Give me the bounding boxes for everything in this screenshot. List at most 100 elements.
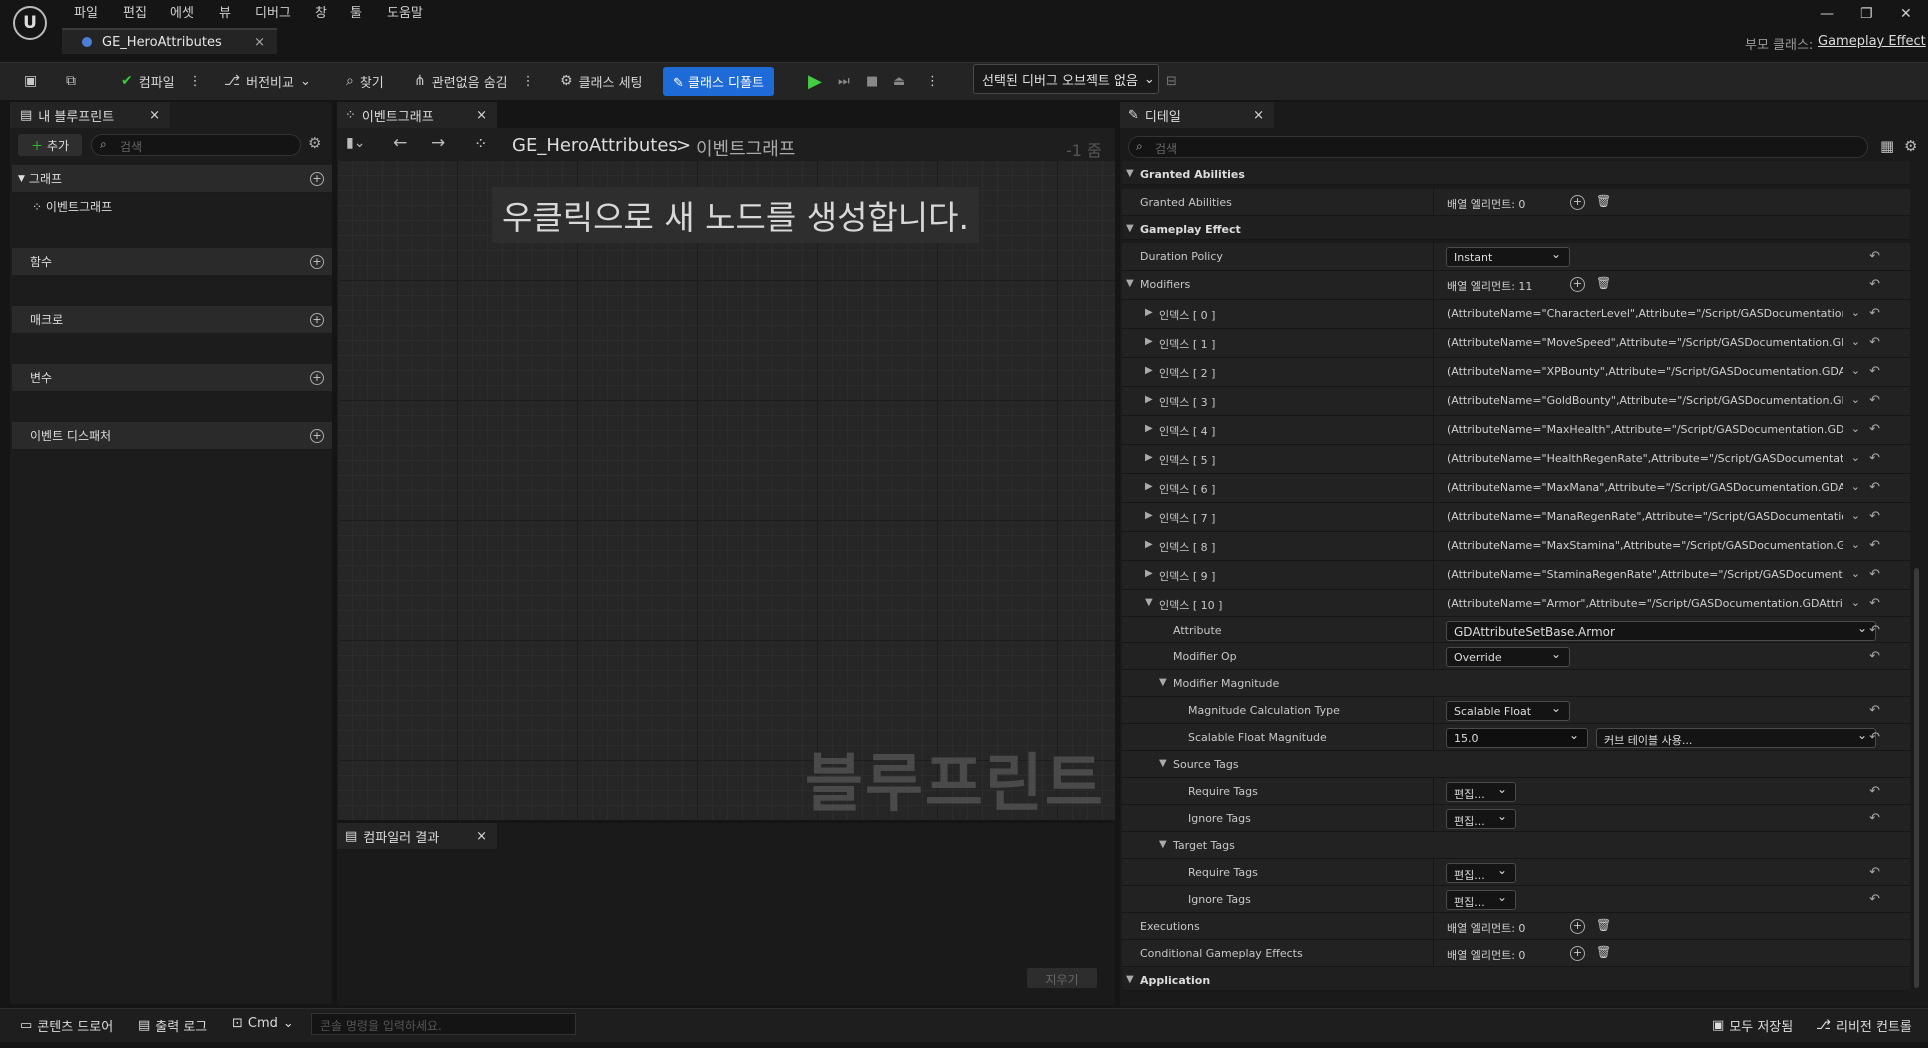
reset-icon[interactable]: ↶ [1869,335,1880,350]
expand-arrow-icon[interactable]: ▼ [1159,839,1167,850]
chevron-down-icon[interactable]: ⌄ [1851,596,1860,609]
settings-icon[interactable]: ⚙ [1904,137,1917,155]
array-element-value[interactable]: (AttributeName="StaminaRegenRate",Attrib… [1447,568,1843,581]
section-macros[interactable]: 매크로 + [12,306,332,334]
output-log-button[interactable]: ▤ 출력 로그 [138,1016,207,1035]
add-graph-icon[interactable]: + [310,171,324,186]
menu-item[interactable]: 도움말 [387,2,423,21]
reset-icon[interactable]: ↶ [1869,480,1880,495]
reset-icon[interactable]: ↶ [1869,422,1880,437]
menu-item[interactable]: 파일 [74,2,98,21]
chevron-down-icon[interactable]: ⌄ [1851,422,1860,435]
array-element-value[interactable]: (AttributeName="GoldBounty",Attribute="/… [1447,394,1843,407]
reset-icon[interactable]: ↶ [1869,865,1880,880]
close-icon[interactable]: × [254,35,265,50]
property-row[interactable]: ▼ Source Tags [1122,751,1910,778]
console-input[interactable]: 콘솔 명령을 입력하세요. [311,1013,576,1035]
chevron-down-icon[interactable]: ⌄ [1851,480,1860,493]
chevron-down-icon[interactable]: ⌄ [1851,393,1860,406]
save-icon[interactable]: ▣ [24,62,37,100]
trash-icon[interactable]: 🗑 [1596,194,1611,208]
close-icon[interactable]: × [476,108,487,123]
reset-icon[interactable]: ↶ [1869,784,1880,799]
menu-item[interactable]: 툴 [350,2,362,21]
array-element-value[interactable]: (AttributeName="XPBounty",Attribute="/Sc… [1447,365,1843,378]
expand-arrow-icon[interactable]: ▼ [1145,597,1153,608]
array-element-value[interactable]: (AttributeName="CharacterLevel",Attribut… [1447,307,1843,320]
chevron-down-icon[interactable]: ⌄ [1851,335,1860,348]
reset-icon[interactable]: ↶ [1869,703,1880,718]
browse-icon[interactable]: ⧉ [66,62,76,100]
expand-arrow-icon[interactable]: ▶ [1145,423,1153,434]
reset-icon[interactable]: ↶ [1869,364,1880,379]
close-icon[interactable]: × [1253,108,1264,123]
expand-arrow-icon[interactable]: ▶ [1145,394,1153,405]
reset-icon[interactable]: ↶ [1869,649,1880,664]
menu-item[interactable]: 에셋 [170,2,194,21]
bookmark-icon[interactable]: ▮⌄ [346,135,365,151]
add-macro-icon[interactable]: + [310,312,324,327]
expand-arrow-icon[interactable]: ▶ [1145,365,1153,376]
breadcrumb-root[interactable]: GE_HeroAttributes [512,135,678,156]
array-element-value[interactable]: (AttributeName="HealthRegenRate",Attribu… [1447,452,1843,465]
property-combo[interactable]: Override [1446,647,1570,667]
trash-icon[interactable]: 🗑 [1596,945,1611,959]
compile-button[interactable]: ✔ 컴파일 ⋮ [121,62,202,100]
reset-icon[interactable]: ↶ [1869,249,1880,264]
class-settings-button[interactable]: ⚙ 클래스 세팅 [560,62,643,100]
array-element-value[interactable]: (AttributeName="MoveSpeed",Attribute="/S… [1447,336,1843,349]
trash-icon[interactable]: 🗑 [1596,918,1611,932]
cmd-select[interactable]: ⊡ Cmd ⌄ [232,1016,294,1031]
category-header[interactable]: ▼ Application [1122,967,1910,991]
chevron-down-icon[interactable]: ⌄ [1851,364,1860,377]
reset-icon[interactable]: ↶ [1869,393,1880,408]
expand-arrow-icon[interactable]: ▶ [1145,452,1153,463]
clear-button[interactable]: 지우기 [1027,968,1097,988]
array-index-row[interactable]: ▶ 인덱스 [ 7 ] (AttributeName="ManaRegenRate"… [1122,503,1910,532]
eject-icon[interactable]: ⏏ [893,62,905,100]
expand-arrow-icon[interactable]: ▶ [1145,336,1153,347]
save-all-button[interactable]: ▣ 모두 저장됨 [1712,1016,1793,1035]
array-element-value[interactable]: (AttributeName="MaxHealth",Attribute="/S… [1447,423,1843,436]
reset-icon[interactable]: ↶ [1869,451,1880,466]
magnitude-input[interactable]: 15.0 [1446,728,1588,748]
left-search-input[interactable]: ⌕ 검색 [91,134,301,156]
content-drawer-button[interactable]: ▭ 콘텐츠 드로어 [20,1016,113,1035]
array-element-value[interactable]: (AttributeName="ManaRegenRate",Attribute… [1447,510,1843,523]
table-view-icon[interactable]: ▦ [1880,137,1894,155]
play-options-icon[interactable]: ⋮ [926,62,939,100]
array-element-value[interactable]: (AttributeName="Armor",Attribute="/Scrip… [1447,597,1843,610]
array-index-row[interactable]: ▶ 인덱스 [ 5 ] (AttributeName="HealthRegenRat… [1122,445,1910,474]
add-button[interactable]: ＋ 추가 [18,134,82,156]
reset-icon[interactable]: ↶ [1869,567,1880,582]
expand-arrow-icon[interactable]: ▼ [1126,278,1134,289]
expand-arrow-icon[interactable]: ▶ [1145,307,1153,318]
curve-table-combo[interactable]: 커브 테이블 사용... [1596,728,1876,748]
forward-icon[interactable]: → [431,133,445,153]
step-icon[interactable]: ⏭ [838,62,850,100]
array-index-row[interactable]: ▶ 인덱스 [ 1 ] (AttributeName="MoveSpeed",Att… [1122,329,1910,358]
array-index-row[interactable]: ▶ 인덱스 [ 3 ] (AttributeName="GoldBounty",At… [1122,387,1910,416]
edit-tags-button[interactable]: 편집... [1446,890,1516,910]
section-graphs[interactable]: ▼ 그래프 + [12,165,332,193]
close-window-icon[interactable]: ✕ [1900,6,1912,22]
hide-unrelated-button[interactable]: ⋔ 관련없음 숨김 ⋮ [414,62,535,100]
expand-arrow-icon[interactable]: ▶ [1145,510,1153,521]
edit-tags-button[interactable]: 편집... [1446,782,1516,802]
add-variable-icon[interactable]: + [310,370,324,385]
section-functions[interactable]: 함수 + [12,248,332,276]
category-header[interactable]: ▼ Granted Abilities [1122,161,1910,185]
menu-item[interactable]: 창 [315,2,327,21]
parent-class-link[interactable]: Gameplay Effect [1818,34,1926,49]
edit-tags-button[interactable]: 편집... [1446,809,1516,829]
reset-icon[interactable]: ↶ [1869,623,1880,638]
expand-arrow-icon[interactable]: ▼ [1159,758,1167,769]
property-combo[interactable]: Scalable Float [1446,701,1570,721]
reset-icon[interactable]: ↶ [1869,277,1880,292]
expand-arrow-icon[interactable]: ▼ [1126,974,1134,985]
find-button[interactable]: ⌕ 찾기 [346,62,384,100]
array-element-value[interactable]: (AttributeName="MaxStamina",Attribute="/… [1447,539,1843,552]
add-dispatcher-icon[interactable]: + [310,428,324,443]
maximize-icon[interactable]: ❐ [1860,6,1873,22]
details-tab[interactable]: ✎ 디테일 × [1120,102,1274,128]
